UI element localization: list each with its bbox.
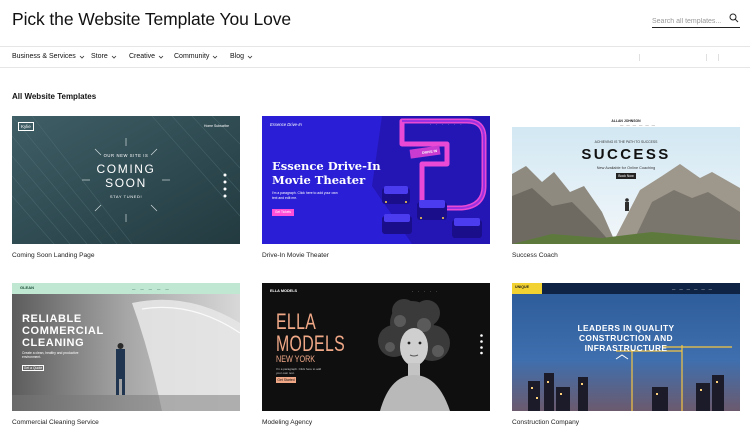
- template-headline: RELIABLE: [22, 313, 82, 325]
- template-headline: SUCCESS: [581, 146, 671, 163]
- template-headline: Essence Drive-In: [272, 159, 381, 173]
- template-cta-button: Get Started: [276, 377, 296, 383]
- template-nav: · · · · · ·: [430, 123, 464, 127]
- template-body: Create a clean, healthy and productive e…: [22, 351, 79, 360]
- template-nav: Home Subscribe: [204, 124, 230, 128]
- template-headline: CLEANING: [22, 337, 85, 349]
- chevron-down-icon: [111, 55, 117, 59]
- template-thumbnail[interactable]: Kylie Home Subscribe OUR NEW SITE IS COM…: [12, 116, 240, 244]
- template-body: I'm a paragraph. Click here to add your …: [276, 367, 322, 375]
- template-cta-button: Book Now: [616, 173, 636, 179]
- page-title: Pick the Website Template You Love: [12, 9, 292, 29]
- template-logo: Essence Drive-In: [270, 122, 302, 127]
- template-name[interactable]: Coming Soon Landing Page: [12, 252, 94, 259]
- template-name[interactable]: Modeling Agency: [262, 419, 312, 426]
- chevron-down-icon: [213, 55, 218, 59]
- mountain-background: [512, 116, 740, 244]
- social-icons: [480, 334, 483, 355]
- template-logo: GLEAN: [20, 285, 34, 290]
- search-icon[interactable]: [729, 13, 739, 23]
- template-body: I'm a paragraph. Click here to add your …: [272, 191, 338, 200]
- template-headline: LEADERS IN QUALITY: [577, 323, 675, 333]
- nav-store[interactable]: Store: [91, 53, 117, 60]
- template-name[interactable]: Drive-In Movie Theater: [262, 252, 329, 259]
- template-thumbnail[interactable]: UNIQUE — — — — — — LEADERS IN QUALITY CO…: [512, 283, 740, 411]
- template-logo: UNIQUE: [515, 285, 529, 289]
- chevron-down-icon: [79, 55, 85, 59]
- template-pretitle: OUR NEW SITE IS: [103, 153, 149, 158]
- social-icons: [223, 173, 227, 198]
- template-name[interactable]: Commercial Cleaning Service: [12, 419, 99, 426]
- nav-label: Community: [174, 53, 210, 60]
- nav-blog[interactable]: Blog: [230, 53, 253, 60]
- template-pretitle: ACHIEVING IS THE PATH TO SUCCESS: [594, 140, 658, 144]
- template-headline: SOON: [105, 176, 147, 190]
- template-cta-button: Get Tickets: [272, 209, 294, 216]
- nav-label: Business & Services: [12, 53, 76, 60]
- nav-community[interactable]: Community: [174, 53, 218, 60]
- search-input[interactable]: [652, 14, 728, 25]
- nav-creative[interactable]: Creative: [129, 53, 164, 60]
- chevron-down-icon: [158, 55, 164, 59]
- template-headline: CONSTRUCTION AND: [578, 333, 674, 343]
- template-headline: INFRASTRUCTURE: [584, 343, 668, 353]
- template-subtitle: NEW YORK: [276, 354, 316, 364]
- template-subtitle: STAY TUNED!: [109, 194, 143, 199]
- template-subtitle: New Available for Online Coaching: [596, 166, 656, 170]
- search-box[interactable]: [652, 10, 740, 28]
- top-header: Pick the Website Template You Love: [0, 0, 750, 46]
- template-logo: Kylie: [18, 122, 34, 131]
- template-nav: — — — — —: [132, 287, 171, 291]
- template-cta-button: Get a Quote: [22, 365, 44, 371]
- template-name[interactable]: Success Coach: [512, 252, 558, 259]
- chevron-down-icon: [247, 55, 253, 59]
- nav-divider: [706, 54, 707, 61]
- nav-label: Blog: [230, 53, 245, 60]
- template-nav: · · · · ·: [412, 290, 440, 294]
- section-title: All Website Templates: [12, 92, 97, 101]
- template-thumbnail[interactable]: GLEAN — — — — — RELIABLE COMMERCIAL CLEA…: [12, 283, 240, 411]
- template-thumbnail[interactable]: DRIVE IN Essence Drive-In · · · · · · Es…: [262, 116, 490, 244]
- template-headline: COMING: [96, 162, 156, 176]
- nav-label: Store: [91, 53, 108, 60]
- template-name[interactable]: Construction Company: [512, 419, 579, 426]
- template-thumbnail[interactable]: ALLAN JOHNSON — — — — — — ACHIEVING IS T…: [512, 116, 740, 244]
- category-nav: Business & Services Store Creative Commu…: [0, 46, 750, 68]
- nav-divider: [639, 54, 640, 61]
- template-nav: — — — — — —: [620, 123, 657, 127]
- nav-divider: [718, 54, 719, 61]
- template-logo: ELLA MODELS: [270, 289, 298, 293]
- nav-label: Creative: [129, 53, 156, 60]
- template-thumbnail[interactable]: ELLA MODELS · · · · · ELLA MODELS NEW YO…: [262, 283, 490, 411]
- template-headline: COMMERCIAL: [22, 325, 104, 337]
- template-nav: — — — — — —: [672, 287, 714, 291]
- nav-business-services[interactable]: Business & Services: [12, 53, 85, 60]
- template-headline: Movie Theater: [272, 173, 366, 187]
